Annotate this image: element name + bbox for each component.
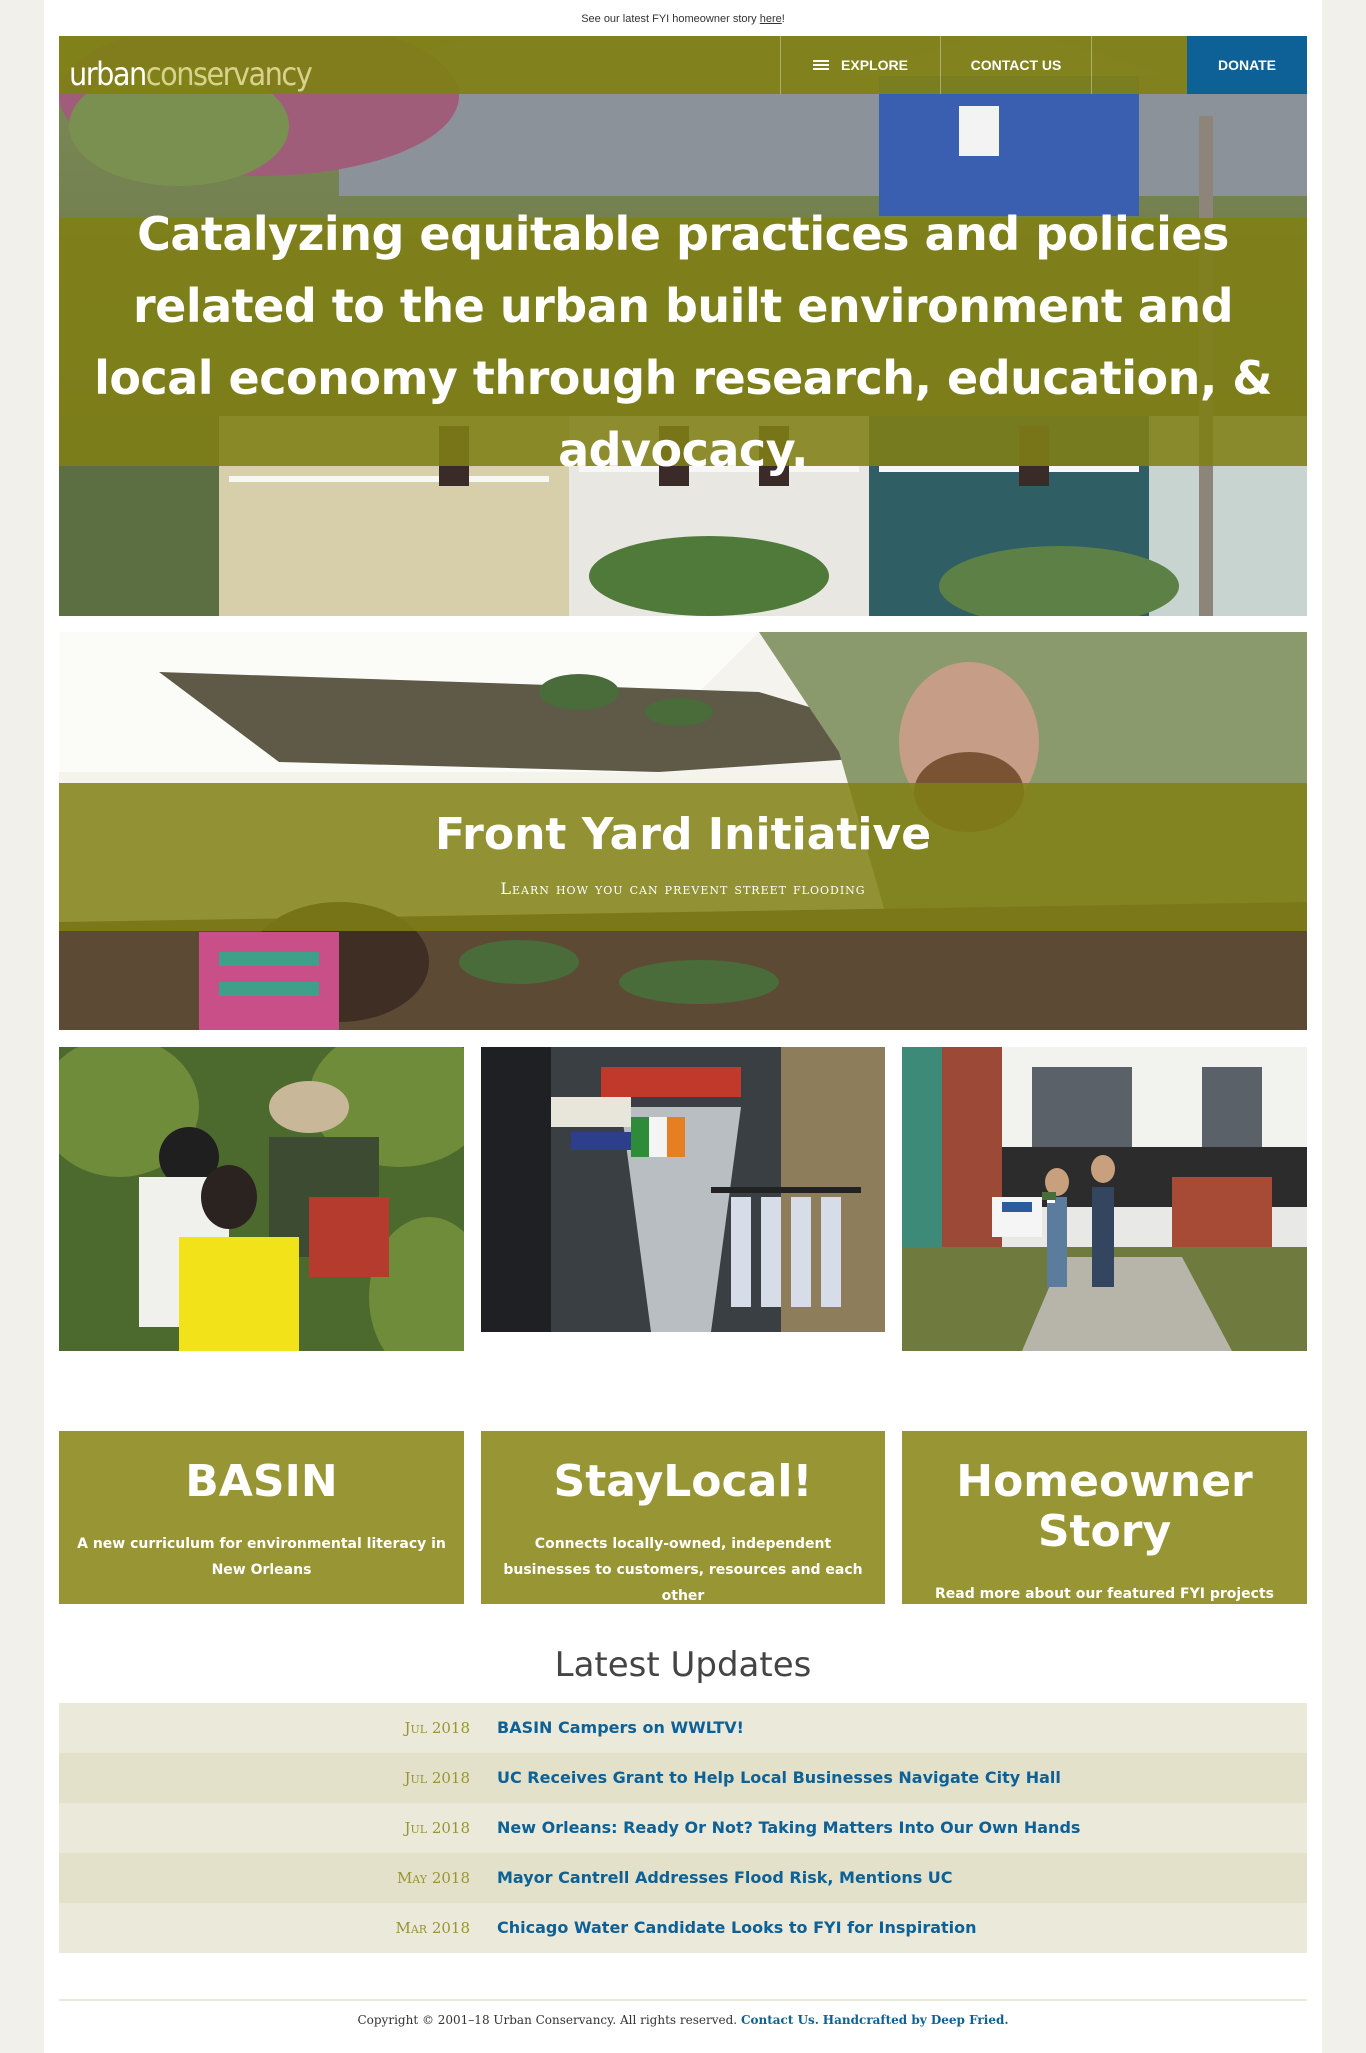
logo-text-conservancy: conservancy bbox=[145, 55, 313, 93]
fyi-title: Front Yard Initiative bbox=[434, 809, 932, 860]
feature-homeowner-text: Read more about our featured FYI project… bbox=[934, 1586, 1274, 1628]
update-date: Jul 2018 bbox=[404, 1819, 470, 1837]
feature-homeowner-title: Homeowner Story bbox=[956, 1456, 1253, 1557]
contact-label: CONTACT US bbox=[970, 57, 1062, 73]
update-date: Jul 2018 bbox=[404, 1719, 470, 1737]
update-date: Mar 2018 bbox=[395, 1919, 470, 1937]
explore-label: EXPLORE bbox=[841, 57, 908, 73]
footer-divider bbox=[59, 1999, 1307, 2001]
explore-menu-button[interactable]: EXPLORE bbox=[780, 36, 940, 94]
basin-image bbox=[59, 1047, 464, 1351]
hero: urbanconservancy EXPLORE CONTACT US DONA… bbox=[59, 36, 1307, 616]
update-link[interactable]: Mayor Cantrell Addresses Flood Risk, Men… bbox=[497, 1853, 953, 1903]
announcement-bar: See our latest FYI homeowner story here! bbox=[44, 0, 1322, 36]
fyi-banner[interactable]: Front Yard Initiative Learn how you can … bbox=[59, 632, 1307, 1030]
feature-basin-title: BASIN bbox=[185, 1456, 338, 1507]
fyi-subtitle: Learn how you can prevent street floodin… bbox=[500, 879, 866, 898]
update-link[interactable]: BASIN Campers on WWLTV! bbox=[497, 1703, 744, 1753]
site-logo[interactable]: urbanconservancy bbox=[69, 54, 313, 94]
contact-us-link[interactable]: CONTACT US bbox=[940, 36, 1092, 94]
feature-staylocal-text: Connects locally-owned, independent busi… bbox=[503, 1536, 863, 1604]
update-date: Jul 2018 bbox=[404, 1769, 470, 1787]
update-row: Jul 2018 New Orleans: Ready Or Not? Taki… bbox=[59, 1803, 1307, 1853]
footer-credit-link[interactable]: Handcrafted by Deep Fried. bbox=[823, 2013, 1009, 2027]
latest-updates-heading: Latest Updates bbox=[554, 1645, 812, 1685]
feature-basin[interactable]: BASIN A new curriculum for environmental… bbox=[59, 1431, 464, 1604]
page: See our latest FYI homeowner story here! bbox=[44, 0, 1322, 2053]
hero-headline: Catalyzing equitable practices and polic… bbox=[94, 207, 1272, 477]
update-row: Mar 2018 Chicago Water Candidate Looks t… bbox=[59, 1903, 1307, 1953]
feature-staylocal[interactable]: StayLocal! Connects locally-owned, indep… bbox=[481, 1431, 885, 1604]
update-link[interactable]: Chicago Water Candidate Looks to FYI for… bbox=[497, 1903, 977, 1953]
logo-text-urban: urban bbox=[69, 55, 147, 93]
homeowner-image bbox=[902, 1047, 1307, 1351]
footer-contact-link[interactable]: Contact Us. bbox=[741, 2013, 819, 2027]
staylocal-photo[interactable] bbox=[481, 1047, 885, 1332]
hamburger-icon bbox=[813, 59, 830, 71]
feature-basin-text: A new curriculum for environmental liter… bbox=[77, 1536, 446, 1578]
updates-list: Jul 2018 BASIN Campers on WWLTV! Jul 201… bbox=[59, 1703, 1307, 1953]
main-nav: urbanconservancy EXPLORE CONTACT US DONA… bbox=[59, 36, 1307, 94]
update-row: May 2018 Mayor Cantrell Addresses Flood … bbox=[59, 1853, 1307, 1903]
update-row: Jul 2018 BASIN Campers on WWLTV! bbox=[59, 1703, 1307, 1753]
update-link[interactable]: New Orleans: Ready Or Not? Taking Matter… bbox=[497, 1803, 1080, 1853]
announcement-text: See our latest FYI homeowner story bbox=[581, 13, 757, 25]
footer: Copyright © 2001–18 Urban Conservancy. A… bbox=[44, 2008, 1322, 2032]
fyi-band: Front Yard Initiative Learn how you can … bbox=[59, 783, 1307, 931]
hero-headline-band: Catalyzing equitable practices and polic… bbox=[59, 207, 1307, 477]
update-link[interactable]: UC Receives Grant to Help Local Business… bbox=[497, 1753, 1061, 1803]
donate-button[interactable]: DONATE bbox=[1187, 36, 1307, 94]
update-date: May 2018 bbox=[396, 1869, 470, 1887]
announcement-suffix: ! bbox=[781, 13, 785, 25]
basin-photo[interactable] bbox=[59, 1047, 464, 1351]
footer-copyright: Copyright © 2001–18 Urban Conservancy. A… bbox=[357, 2013, 738, 2027]
feature-staylocal-title: StayLocal! bbox=[553, 1456, 813, 1507]
staylocal-image bbox=[481, 1047, 885, 1332]
feature-homeowner-story[interactable]: Homeowner Story Read more about our feat… bbox=[902, 1431, 1307, 1628]
homeowner-photo[interactable] bbox=[902, 1047, 1307, 1351]
announcement-link[interactable]: here bbox=[760, 13, 782, 25]
update-row: Jul 2018 UC Receives Grant to Help Local… bbox=[59, 1753, 1307, 1803]
donate-label: DONATE bbox=[1217, 57, 1277, 73]
